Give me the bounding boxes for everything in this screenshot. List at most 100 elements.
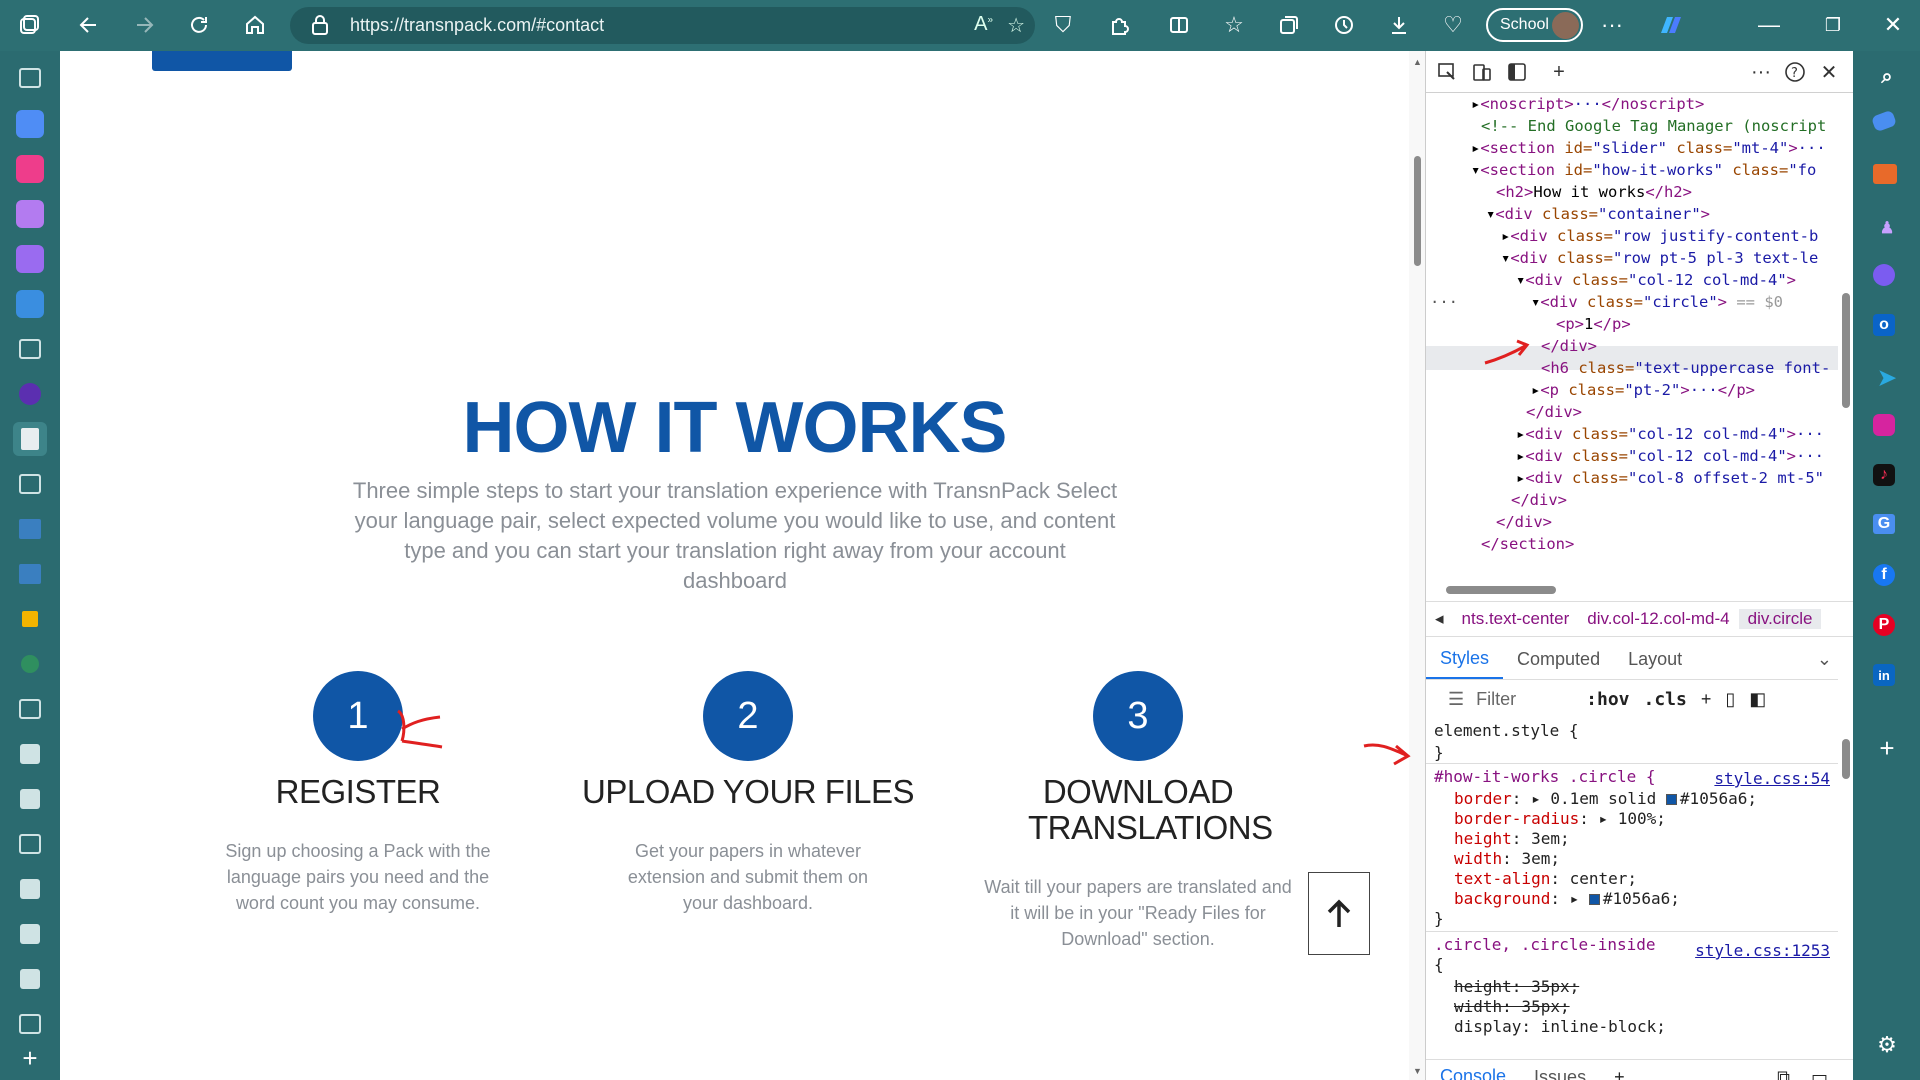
linkedin-icon[interactable]: in (1873, 664, 1895, 686)
favorite-star-icon[interactable]: ☆ (1007, 13, 1025, 38)
minimize-icon[interactable]: — (1750, 6, 1788, 44)
toggle-sidebar-icon[interactable]: ◧ (1749, 689, 1766, 710)
tab-issues[interactable]: Issues (1520, 1067, 1600, 1080)
performance-icon[interactable]: ♡ (1434, 6, 1472, 44)
tab-icon[interactable] (13, 467, 47, 501)
tab-layout[interactable]: Layout (1614, 649, 1696, 670)
extensions-icon[interactable] (1100, 6, 1138, 44)
refresh-icon[interactable] (180, 6, 218, 44)
add-tab-icon[interactable]: + (1546, 59, 1572, 85)
new-rule-icon[interactable]: + (1701, 689, 1712, 710)
rule-source-link[interactable]: style.css:54 (1714, 769, 1830, 788)
tiktok-icon[interactable]: ♪ (1873, 464, 1895, 486)
tab-icon[interactable] (13, 377, 47, 411)
add-drawer-tab-icon[interactable]: + (1600, 1067, 1639, 1080)
page-scrollbar[interactable]: ▲ ▼ (1409, 51, 1425, 1080)
tab-icon[interactable] (13, 197, 47, 231)
tab-icon-active[interactable] (13, 422, 47, 456)
profile-button[interactable]: School (1486, 8, 1583, 42)
tab-console[interactable]: Console (1426, 1060, 1520, 1080)
tab-icon[interactable] (13, 1007, 47, 1041)
close-window-icon[interactable]: ✕ (1874, 6, 1912, 44)
search-icon[interactable]: ⌕ (1873, 63, 1901, 91)
devtools-toolbar: + ··· ? ✕ (1426, 51, 1853, 93)
favorites-icon[interactable]: ☆ (1215, 6, 1253, 44)
tab-icon[interactable] (13, 332, 47, 366)
tab-icon[interactable] (13, 242, 47, 276)
telegram-icon[interactable]: ➤ (1873, 364, 1901, 392)
tag-icon[interactable] (1870, 109, 1898, 133)
step-upload: 2 UPLOAD YOUR FILES Get your papers in w… (578, 671, 918, 916)
styles-scrollbar[interactable] (1838, 679, 1853, 1059)
dock-side-icon[interactable] (1504, 59, 1530, 85)
maximize-icon[interactable]: ❐ (1814, 6, 1852, 44)
elements-tree[interactable]: ▸<noscript>···</noscript> <!-- End Googl… (1426, 93, 1846, 583)
device-toolbar-icon[interactable] (1469, 59, 1495, 85)
tab-icon[interactable] (13, 61, 47, 95)
tab-icon[interactable] (13, 962, 47, 996)
tab-icon[interactable] (13, 782, 47, 816)
split-screen-icon[interactable] (1160, 6, 1198, 44)
paint-icon[interactable]: ▯ (1725, 689, 1735, 710)
cls-button[interactable]: .cls (1644, 689, 1687, 710)
address-bar[interactable]: https://transnpack.com/#contact A» ☆ (290, 7, 1035, 44)
breadcrumb-item-active[interactable]: div.circle (1738, 609, 1822, 629)
elements-hscrollbar[interactable] (1426, 582, 1838, 598)
outlook-icon[interactable]: o (1873, 314, 1895, 336)
back-icon[interactable] (70, 6, 108, 44)
rule-source-link[interactable]: style.css:1253 (1695, 941, 1830, 960)
pinterest-icon[interactable]: P (1873, 614, 1895, 636)
step-download: 3 DOWNLOAD TRANSLATIONS Wait till your p… (968, 671, 1308, 952)
tab-icon[interactable] (13, 737, 47, 771)
copilot-icon[interactable] (1652, 6, 1690, 44)
tab-icon[interactable] (13, 512, 47, 546)
step-register: 1 REGISTER Sign up choosing a Pack with … (188, 671, 528, 916)
tab-icon[interactable] (13, 602, 47, 636)
read-aloud-icon[interactable]: A» (974, 13, 993, 38)
tab-styles[interactable]: Styles (1426, 639, 1504, 679)
style-rules[interactable]: element.style { } #how-it-works .circle … (1426, 719, 1838, 1059)
elements-scrollbar[interactable] (1838, 93, 1853, 583)
games-icon[interactable]: ♟ (1873, 214, 1901, 242)
step-number-circle: 1 (313, 671, 403, 761)
close-drawer-icon[interactable]: ▭ (1797, 1067, 1842, 1080)
filter-input[interactable]: Filter (1476, 689, 1586, 710)
tab-icon[interactable] (13, 152, 47, 186)
new-tab-icon[interactable]: + (13, 1041, 47, 1075)
tab-icon[interactable] (13, 647, 47, 681)
more-options-icon[interactable]: ··· (1748, 59, 1774, 85)
tab-icon[interactable] (13, 107, 47, 141)
breadcrumb-item[interactable]: div.col-12.col-md-4 (1578, 609, 1738, 629)
tab-icon[interactable] (13, 287, 47, 321)
add-sidebar-app-icon[interactable]: + (1873, 733, 1901, 763)
scroll-to-top-button[interactable] (1308, 872, 1370, 955)
facebook-icon[interactable]: f (1873, 564, 1895, 586)
tab-actions-icon[interactable] (10, 6, 48, 44)
shield-icon[interactable]: ⛉ (1044, 6, 1082, 44)
briefcase-icon[interactable] (1873, 164, 1897, 184)
forward-icon[interactable] (125, 6, 163, 44)
inspect-element-icon[interactable] (1434, 59, 1460, 85)
close-devtools-icon[interactable]: ✕ (1816, 59, 1842, 85)
tab-icon[interactable] (13, 692, 47, 726)
settings-gear-icon[interactable]: ⚙ (1873, 1031, 1901, 1059)
translator-icon[interactable]: G (1873, 514, 1895, 534)
more-menu-icon[interactable]: ··· (1593, 6, 1631, 44)
tab-icon[interactable] (13, 827, 47, 861)
chevron-down-icon[interactable]: ⌄ (1803, 649, 1846, 670)
instagram-icon[interactable] (1873, 414, 1895, 436)
collections-icon[interactable] (1270, 6, 1308, 44)
tab-icon[interactable] (13, 872, 47, 906)
hov-button[interactable]: :hov (1586, 689, 1629, 710)
help-icon[interactable]: ? (1782, 59, 1808, 85)
downloads-icon[interactable] (1380, 6, 1418, 44)
home-icon[interactable] (236, 6, 274, 44)
breadcrumb-item[interactable]: nts.text-center (1453, 609, 1579, 629)
history-icon[interactable] (1325, 6, 1363, 44)
free-quote-button[interactable] (152, 51, 292, 71)
avatar (1552, 12, 1579, 39)
copilot-sidebar-icon[interactable] (1873, 264, 1895, 286)
tab-icon[interactable] (13, 557, 47, 591)
tab-computed[interactable]: Computed (1503, 649, 1614, 670)
tab-icon[interactable] (13, 917, 47, 951)
